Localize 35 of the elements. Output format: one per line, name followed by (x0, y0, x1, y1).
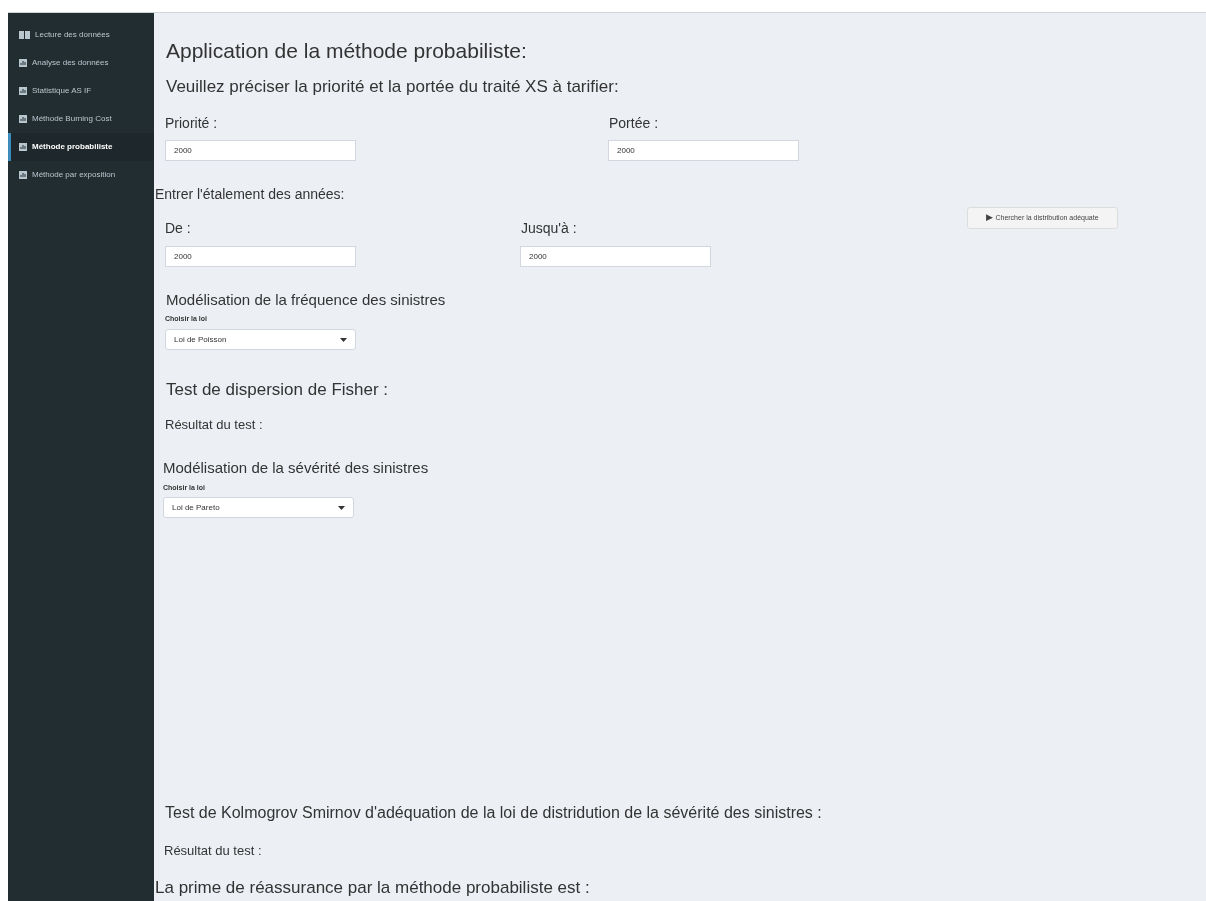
sidebar-item[interactable]: Statistique AS IF (8, 77, 154, 105)
section-heading: La prime de réassurance par la méthode probabiliste est : (155, 877, 590, 899)
sidebar-item[interactable]: Méthode par exposition (8, 161, 154, 189)
input-field[interactable]: 2000 (165, 140, 356, 161)
chart-icon (19, 171, 27, 179)
dropdown[interactable]: Loi de Pareto (163, 497, 354, 518)
sidebar-item[interactable]: Méthode probabiliste (8, 133, 154, 161)
chart-icon (19, 87, 27, 95)
section-heading: Test de dispersion de Fisher : (166, 379, 389, 401)
section-heading: Modélisation de la sévérité des sinistres (163, 458, 429, 478)
input-field[interactable]: 2000 (520, 246, 711, 267)
page-title: Application de la méthode probabiliste: (166, 38, 527, 64)
play-icon: ▶ (986, 211, 994, 225)
subtitle: Veuillez préciser la priorité et la portée du traité XS à tarifier: (166, 76, 619, 98)
result-label: Résultat du test : (165, 416, 263, 434)
caret-icon (340, 337, 347, 342)
field-label: De : (165, 219, 191, 238)
dropdown[interactable]: Loi de Poisson (165, 329, 356, 350)
book-icon (19, 31, 30, 39)
sidebar-item[interactable]: Méthode Burning Cost (8, 105, 154, 133)
sidebar-item[interactable]: Analyse des données (8, 49, 154, 77)
chart-icon (19, 59, 27, 67)
section-heading: Modélisation de la fréquence des sinistres (166, 290, 446, 310)
section-heading: Test de Kolmogrov Smirnov d'adéquation de la loi de distridution de la sévérité des sinistres : (165, 803, 822, 823)
result-label: Résultat du test : (164, 842, 262, 860)
field-label: Portée : (609, 114, 659, 133)
chart-icon (19, 143, 27, 151)
sidebar-item[interactable]: Lecture des données (8, 21, 154, 49)
caret-icon (338, 505, 345, 510)
input-field[interactable]: 2000 (165, 246, 356, 267)
input-field[interactable]: 2000 (608, 140, 799, 161)
field-label: Jusqu'à : (521, 219, 577, 238)
field-label: Priorité : (165, 114, 218, 133)
section-heading: Entrer l'étalement des années: (155, 185, 345, 204)
chart-icon (19, 115, 27, 123)
